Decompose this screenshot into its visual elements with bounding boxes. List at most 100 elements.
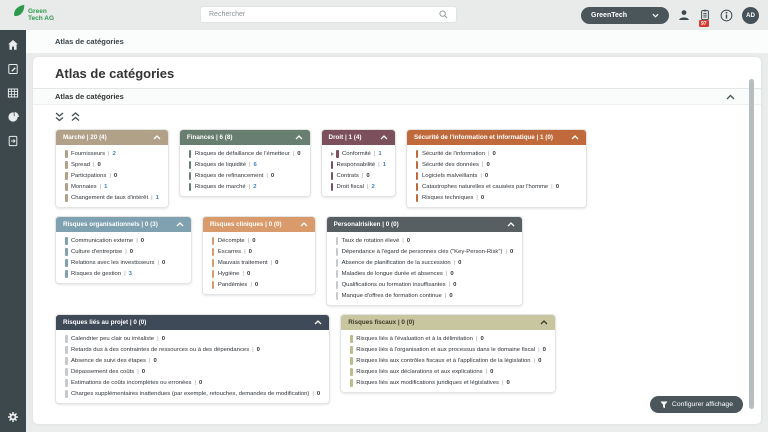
category-item[interactable]: Contrats|0 xyxy=(322,170,395,181)
category-item[interactable]: Mauvais traitement|0 xyxy=(203,257,315,268)
category-item[interactable]: Dépendance à l'égard de personnes clés (… xyxy=(327,246,523,257)
category-item[interactable]: Participations|0 xyxy=(56,170,168,181)
separator: | xyxy=(249,184,251,190)
category-item[interactable]: Changement de taux d'intérêt|1 xyxy=(56,192,168,203)
category-card-header[interactable]: Risques fiscaux | 0 (0) xyxy=(341,315,555,330)
category-card-header[interactable]: Risques organisationnels | 0 (3) xyxy=(56,217,191,232)
chevron-up-icon xyxy=(507,222,515,227)
search-icon[interactable] xyxy=(439,10,448,19)
form-icon[interactable] xyxy=(7,63,19,75)
category-item[interactable]: Risques de gestion|3 xyxy=(56,268,191,279)
atlas-panel-title: Atlas de catégories xyxy=(55,92,124,101)
category-item[interactable]: Manque d'offres de formation continue|0 xyxy=(327,290,523,301)
category-color-bar xyxy=(350,368,353,376)
tasks-icon[interactable]: 97 xyxy=(699,9,711,21)
breadcrumb-label: Atlas de catégories xyxy=(55,37,124,46)
category-item-count: 0 xyxy=(538,358,541,364)
collapse-all-icon[interactable] xyxy=(55,112,64,122)
category-color-bar xyxy=(65,368,68,376)
category-item[interactable]: Risques liés aux modifications juridique… xyxy=(341,377,555,388)
report-icon[interactable] xyxy=(7,135,19,147)
category-item-count: 1 xyxy=(104,184,107,190)
category-item[interactable]: Estimations de coûts incomplètes ou erro… xyxy=(56,377,329,388)
category-item[interactable]: Pandémies|0 xyxy=(203,279,315,290)
category-item[interactable]: Risques de marché|2 xyxy=(180,181,310,192)
category-item[interactable]: Risques de liquidité|6 xyxy=(180,159,310,170)
user-icon[interactable] xyxy=(678,9,690,21)
category-item[interactable]: Conformité|1 xyxy=(322,148,395,159)
category-card-title: Risques organisationnels | 0 (3) xyxy=(63,221,158,228)
atlas-panel-body: Marché | 20 (4)Fournisseurs|2Spread|0Par… xyxy=(33,105,761,404)
tenant-dropdown[interactable]: GreenTech xyxy=(581,7,669,24)
separator: | xyxy=(476,336,478,342)
category-color-bar xyxy=(336,281,339,289)
category-item[interactable]: Qualifications ou formation insuffisante… xyxy=(327,279,523,290)
category-item[interactable]: Hygiène|0 xyxy=(203,268,315,279)
category-item-label: Communication externe xyxy=(71,238,133,244)
category-item-label: Culture d'entreprise xyxy=(71,249,122,255)
category-item-count: 0 xyxy=(271,173,274,179)
category-item[interactable]: Communication externe|0 xyxy=(56,235,191,246)
info-icon[interactable] xyxy=(720,9,733,22)
category-item-count: 0 xyxy=(297,151,300,157)
category-color-bar xyxy=(416,183,419,191)
category-item[interactable]: Risques liés aux contrôles fiscaux et à … xyxy=(341,355,555,366)
category-card-header[interactable]: Risques cliniques | 0 (0) xyxy=(203,217,315,232)
expand-item-icon[interactable] xyxy=(331,152,334,156)
category-item[interactable]: Risques liés à l'évaluation et à la déli… xyxy=(341,333,555,344)
category-item[interactable]: Escarres|0 xyxy=(203,246,315,257)
category-item[interactable]: Dépassement des coûts|0 xyxy=(56,366,329,377)
configure-display-button[interactable]: Configurer affichage xyxy=(650,396,743,413)
category-item[interactable]: Sécurité de l'information|0 xyxy=(407,148,586,159)
category-item[interactable]: Fournisseurs|2 xyxy=(56,148,168,159)
category-item[interactable]: Risques techniques|0 xyxy=(407,192,586,203)
category-item[interactable]: Risques de défaillance de l'émetteur|0 xyxy=(180,148,310,159)
avatar[interactable]: AD xyxy=(742,7,759,24)
collapse-panel-icon[interactable] xyxy=(726,94,735,100)
category-item[interactable]: Absence de suivi des étapes|0 xyxy=(56,355,329,366)
category-item[interactable]: Retards dus à des contraintes de ressour… xyxy=(56,344,329,355)
chevron-up-icon xyxy=(295,135,303,140)
category-item[interactable]: Logiciels malveillants|0 xyxy=(407,170,586,181)
category-item[interactable]: Risques de refinancement|0 xyxy=(180,170,310,181)
category-item[interactable]: Maladies de longue durée et absences|0 xyxy=(327,268,523,279)
category-item[interactable]: Décompte|0 xyxy=(203,235,315,246)
category-card-header[interactable]: Finances | 6 (8) xyxy=(180,130,310,145)
scrollbar[interactable] xyxy=(749,79,754,409)
category-item[interactable]: Responsabilité|1 xyxy=(322,159,395,170)
expand-all-icon[interactable] xyxy=(71,112,80,122)
category-item[interactable]: Catastrophes naturelles et causées par l… xyxy=(407,181,586,192)
category-item-count: 0 xyxy=(162,260,165,266)
category-item[interactable]: Absence de planification de la successio… xyxy=(327,257,523,268)
category-item-count: 0 xyxy=(449,293,452,299)
settings-icon[interactable] xyxy=(7,411,19,423)
home-icon[interactable] xyxy=(7,39,19,51)
category-item[interactable]: Calendrier peu clair ou irréaliste|0 xyxy=(56,333,329,344)
pie-chart-icon[interactable] xyxy=(7,111,19,123)
category-card-header[interactable]: Marché | 20 (4) xyxy=(56,130,168,145)
category-item[interactable]: Relations avec les investisseurs|0 xyxy=(56,257,191,268)
app-logo[interactable]: Green Tech AG xyxy=(12,4,54,22)
category-item[interactable]: Culture d'entreprise|0 xyxy=(56,246,191,257)
separator: | xyxy=(108,151,110,157)
category-item[interactable]: Risques liés à l'organisation et aux pro… xyxy=(341,344,555,355)
category-item-list: Calendrier peu clair ou irréaliste|0Reta… xyxy=(56,330,329,403)
category-color-bar xyxy=(189,172,192,180)
category-item[interactable]: Droit fiscal|2 xyxy=(322,181,395,192)
category-card-header[interactable]: Sécurité de l'information et informatiqu… xyxy=(407,130,586,145)
category-card-header[interactable]: Droit | 1 (4) xyxy=(322,130,395,145)
atlas-panel-header[interactable]: Atlas de catégories xyxy=(33,88,761,105)
separator: | xyxy=(124,271,126,277)
category-item[interactable]: Spread|0 xyxy=(56,159,168,170)
table-icon[interactable] xyxy=(7,87,19,99)
search-input[interactable]: Rechercher xyxy=(200,6,457,23)
category-card-header[interactable]: Personalrisiken | 0 (0) xyxy=(327,217,523,232)
category-item[interactable]: Charges supplémentaires inattendues (par… xyxy=(56,388,329,399)
category-item[interactable]: Monnaies|1 xyxy=(56,181,168,192)
category-item[interactable]: Risques liés aux déclarations et aux exp… xyxy=(341,366,555,377)
category-color-bar xyxy=(65,150,68,158)
category-item-label: Spread xyxy=(71,162,90,168)
category-card-header[interactable]: Risques liés au projet | 0 (0) xyxy=(56,315,329,330)
category-item[interactable]: Sécurité des données|0 xyxy=(407,159,586,170)
category-item[interactable]: Taux de rotation élevé|0 xyxy=(327,235,523,246)
